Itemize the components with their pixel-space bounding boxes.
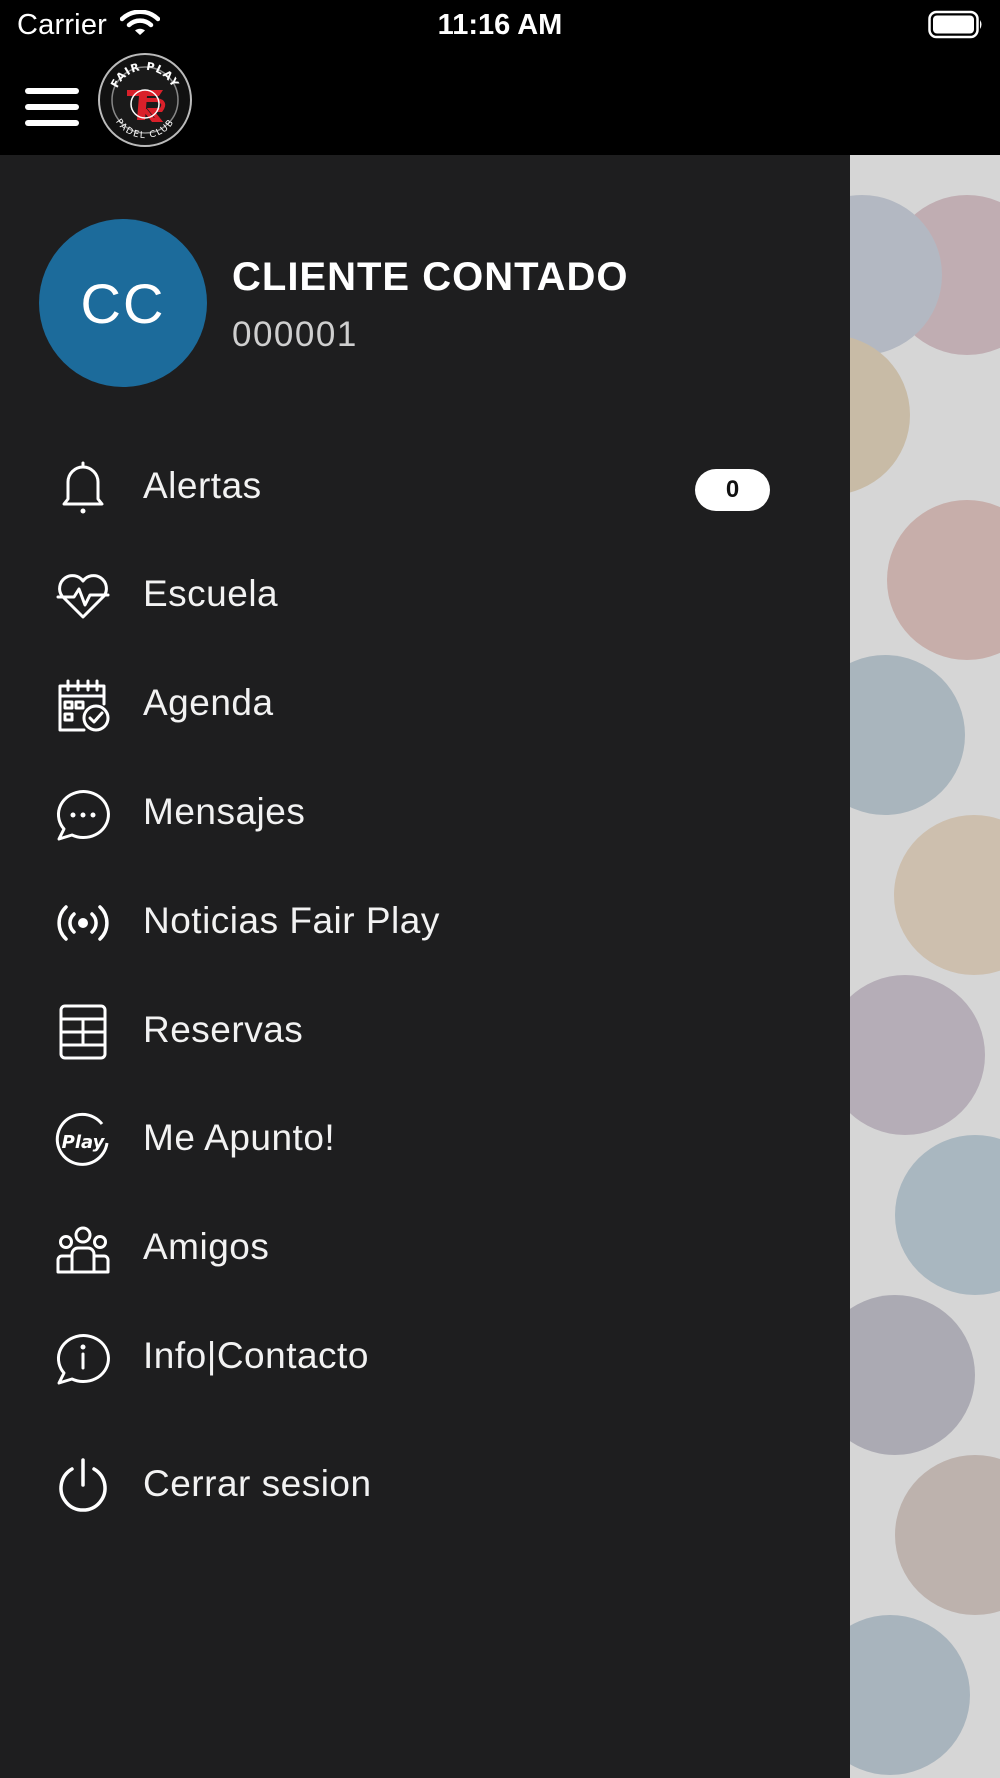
menu-item-agenda[interactable]: Agenda bbox=[0, 654, 850, 754]
tennis-ball-icon bbox=[887, 500, 1000, 660]
calendar-check-icon bbox=[54, 676, 112, 734]
bell-icon bbox=[54, 459, 112, 517]
app-header: FAIR PLAY PADEL CLUB bbox=[0, 52, 1000, 155]
menu-label-mensajes: Mensajes bbox=[143, 791, 306, 832]
menu-label-info-contacto: Info|Contacto bbox=[143, 1335, 369, 1376]
background-pattern[interactable] bbox=[850, 155, 1000, 1778]
navigation-drawer: CC CLIENTE CONTADO 000001 Alertas 0 Escu… bbox=[0, 155, 850, 1778]
menu-label-cerrar-sesion: Cerrar sesion bbox=[143, 1463, 372, 1504]
play-icon: Play bbox=[54, 1111, 112, 1169]
menu-label-escuela: Escuela bbox=[143, 573, 279, 614]
menu-item-cerrar-sesion[interactable]: Cerrar sesion bbox=[0, 1435, 850, 1535]
golf-flag-icon bbox=[850, 655, 965, 815]
menu-item-info-contacto[interactable]: Info|Contacto bbox=[0, 1307, 850, 1407]
alert-count-badge: 0 bbox=[695, 469, 770, 511]
info-chat-icon bbox=[54, 1329, 112, 1387]
power-icon bbox=[54, 1457, 112, 1515]
avatar: CC bbox=[39, 219, 207, 387]
menu-item-amigos[interactable]: Amigos bbox=[0, 1198, 850, 1298]
user-profile[interactable]: CC CLIENTE CONTADO 000001 bbox=[0, 155, 850, 415]
menu-label-alertas: Alertas bbox=[143, 465, 262, 506]
group-icon bbox=[54, 1220, 112, 1278]
user-name: CLIENTE CONTADO bbox=[232, 255, 629, 299]
golf-flag-icon bbox=[850, 1615, 970, 1775]
menu-item-mensajes[interactable]: Mensajes bbox=[0, 763, 850, 863]
podium-icon bbox=[850, 335, 910, 495]
heart-pulse-icon bbox=[54, 567, 112, 625]
menu-label-noticias: Noticias Fair Play bbox=[143, 900, 440, 941]
chat-bubble-icon bbox=[54, 785, 112, 843]
ticket-icon bbox=[850, 975, 985, 1135]
runner-icon bbox=[850, 1295, 975, 1455]
svg-text:Play: Play bbox=[62, 1132, 106, 1153]
battery-icon bbox=[928, 10, 984, 40]
menu-item-me-apunto[interactable]: Play Me Apunto! bbox=[0, 1089, 850, 1189]
golf-flag-icon bbox=[895, 1135, 1000, 1295]
club-logo[interactable]: FAIR PLAY PADEL CLUB bbox=[97, 52, 193, 148]
menu-item-reservas[interactable]: Reservas bbox=[0, 981, 850, 1081]
menu-label-me-apunto: Me Apunto! bbox=[143, 1117, 336, 1158]
menu-item-alertas[interactable]: Alertas 0 bbox=[0, 437, 850, 537]
status-bar: Carrier 11:16 AM bbox=[0, 0, 1000, 52]
ticket-icon bbox=[895, 1455, 1000, 1615]
court-icon bbox=[54, 1003, 112, 1061]
broadcast-icon bbox=[54, 894, 112, 952]
user-code: 000001 bbox=[232, 315, 358, 354]
menu-label-amigos: Amigos bbox=[143, 1226, 270, 1267]
menu-label-agenda: Agenda bbox=[143, 682, 274, 723]
menu-item-escuela[interactable]: Escuela bbox=[0, 545, 850, 645]
menu-item-noticias[interactable]: Noticias Fair Play bbox=[0, 872, 850, 972]
hamburger-menu-icon[interactable] bbox=[22, 74, 82, 126]
podium-icon bbox=[894, 815, 1000, 975]
clock: 11:16 AM bbox=[437, 9, 563, 41]
menu-label-reservas: Reservas bbox=[143, 1009, 304, 1050]
